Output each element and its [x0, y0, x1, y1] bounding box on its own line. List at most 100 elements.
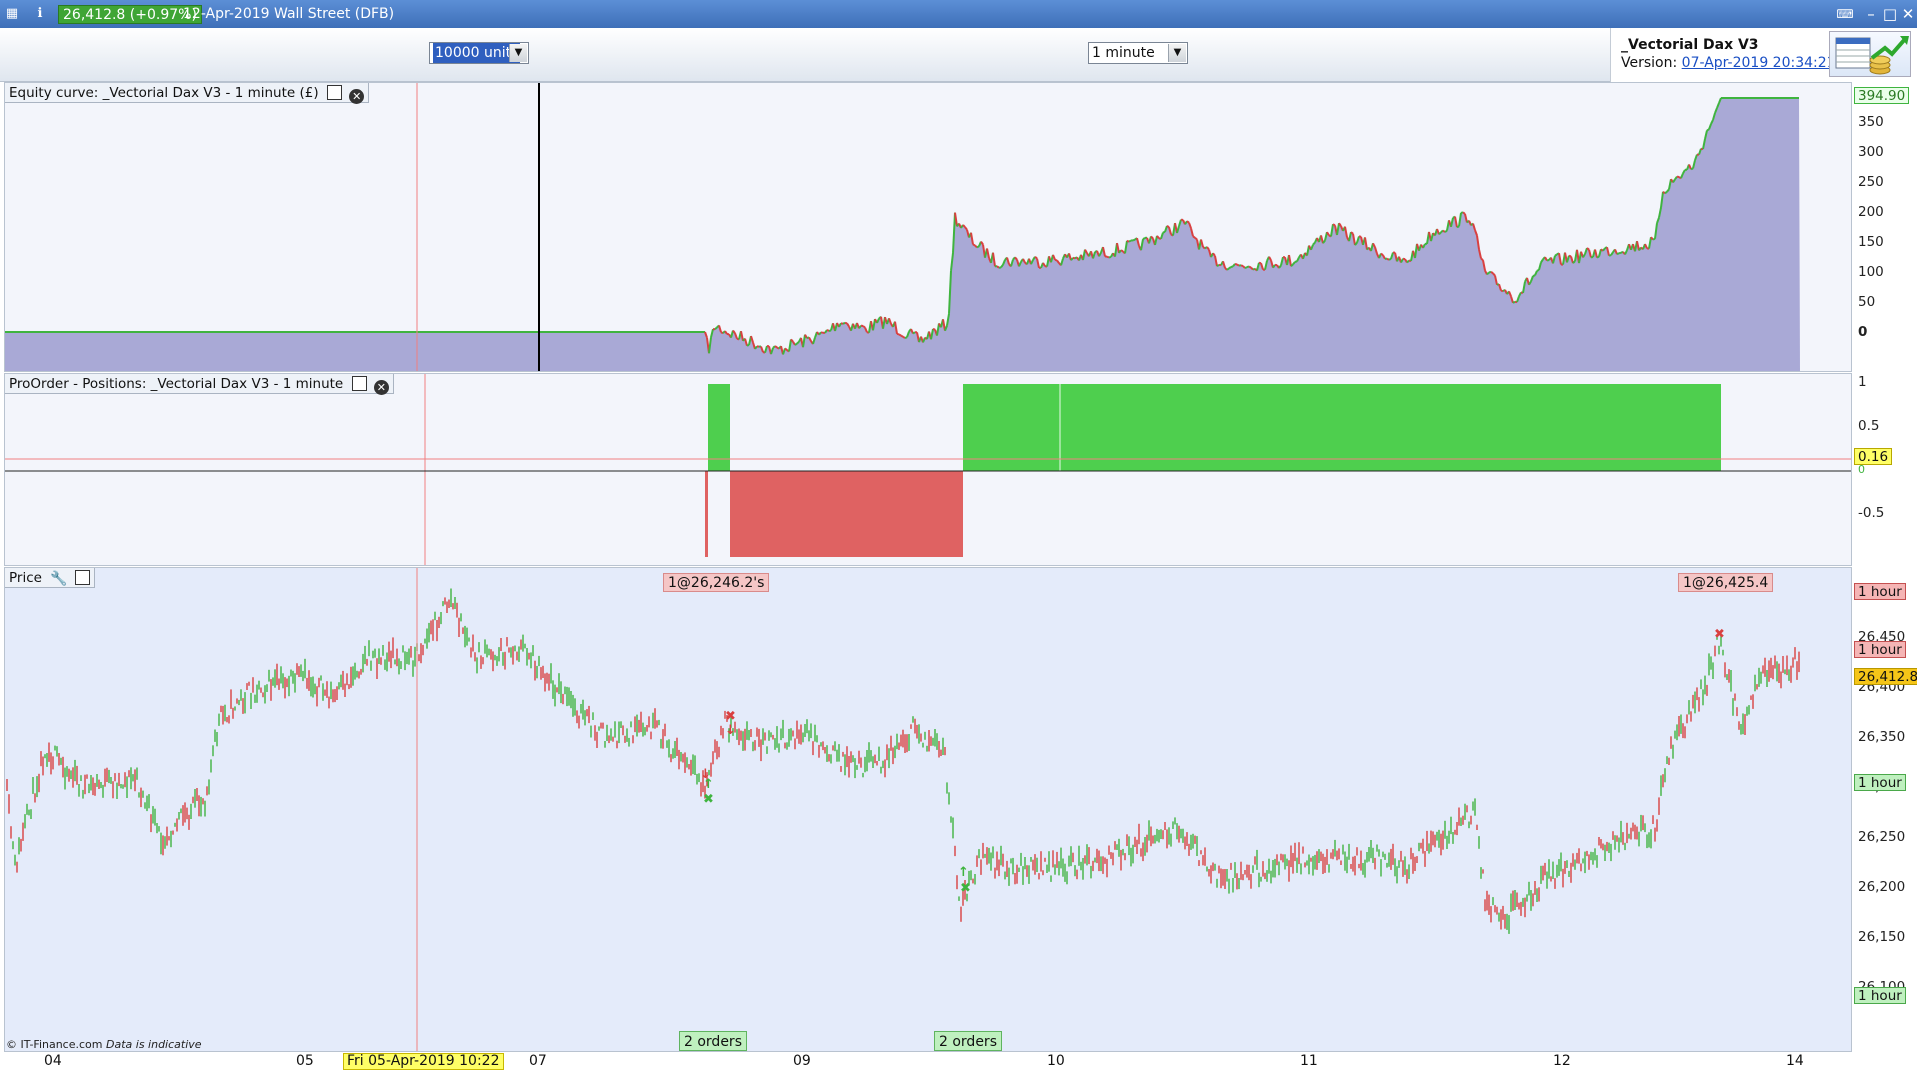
equity-segment [1228, 266, 1232, 270]
equity-segment [1652, 237, 1656, 241]
price-tick: 26,150 [1858, 929, 1906, 945]
timeframe-select[interactable]: 1 minute ▼ [1088, 42, 1188, 64]
trade-marker-icon: ✖ [703, 792, 714, 807]
price-panel[interactable]: Price 🔧 ↓ ↑ ✖ ✖ ↓ ↑ ✖ ✖ 1@26,246.2's 1@26,425.4… [4, 567, 1852, 1052]
close-icon[interactable]: ✕ [1899, 5, 1917, 23]
equity-segment [1332, 223, 1336, 227]
maximize-panel-icon[interactable] [351, 376, 367, 391]
equity-segment [1406, 259, 1410, 264]
equity-chart [5, 83, 1800, 371]
disclaimer-text: Data is indicative [106, 1038, 202, 1051]
equity-segment [1250, 266, 1254, 271]
equity-segment [1230, 265, 1234, 268]
positions-panel[interactable]: ProOrder - Positions: _Vectorial Dax V3 … [4, 373, 1852, 566]
close-panel-icon[interactable]: ✕ [349, 89, 365, 104]
equity-segment [1194, 237, 1198, 241]
trade-marker-icon: ✖ [960, 881, 971, 896]
close-panel-icon[interactable]: ✕ [373, 380, 389, 395]
x-tick: 10 [1047, 1053, 1065, 1069]
equity-segment [1192, 235, 1196, 239]
equity-segment [1596, 255, 1600, 259]
restore-icon[interactable]: □ [1881, 5, 1899, 23]
equity-segment [898, 333, 902, 337]
orders-tag[interactable]: 2 orders [679, 1031, 747, 1051]
equity-segment [976, 245, 980, 249]
price-tick: 26,200 [1858, 879, 1906, 895]
equity-segment [1444, 229, 1448, 233]
positions-tick: -0.5 [1858, 505, 1885, 521]
trade-marker-icon: ✖ [725, 709, 736, 724]
equity-segment [826, 329, 830, 332]
equity-segment [714, 326, 718, 330]
strategy-name: _Vectorial Dax V3 [1621, 37, 1759, 53]
chart-icon[interactable]: ▦ [4, 6, 20, 22]
hour-badge: 1 hour [1854, 641, 1906, 658]
x-tick: 09 [793, 1053, 811, 1069]
equity-segment [1690, 167, 1694, 171]
equity-segment [1258, 261, 1262, 265]
keyboard-icon[interactable]: ⌨ [1836, 5, 1854, 23]
minimize-icon[interactable]: – [1862, 5, 1880, 23]
equity-segment [1246, 265, 1250, 269]
equity-tick: 350 [1858, 114, 1884, 130]
price-tick: 26,250 [1858, 829, 1906, 845]
equity-segment [840, 322, 844, 325]
equity-panel[interactable]: Equity curve: _Vectorial Dax V3 - 1 minu… [4, 82, 1852, 372]
positions-title-text: ProOrder - Positions: _Vectorial Dax V3 … [9, 376, 344, 392]
positions-tick: 0.5 [1858, 418, 1880, 434]
title-bar: ▦ ℹ 26,412.8 (+0.97%) 12-Apr-2019 Wall S… [0, 0, 1917, 28]
version-date-link[interactable]: 07-Apr-2019 20:34:21 [1682, 55, 1836, 71]
equity-segment [1664, 190, 1668, 195]
maximize-panel-icon[interactable] [326, 85, 342, 100]
wrench-icon[interactable]: 🔧 [50, 569, 67, 589]
equity-tick: 0 [1858, 324, 1868, 340]
equity-segment [1616, 252, 1620, 256]
info-icon[interactable]: ℹ [32, 6, 48, 22]
equity-segment [904, 336, 908, 340]
equity-segment [1380, 252, 1384, 256]
price-tick: 26,350 [1858, 729, 1906, 745]
equity-tick: 100 [1858, 264, 1884, 280]
equity-segment [1294, 260, 1298, 263]
equity-segment [900, 334, 904, 338]
equity-segment [1166, 225, 1170, 229]
maximize-panel-icon[interactable] [74, 570, 90, 585]
chevron-down-icon[interactable]: ▼ [1168, 44, 1186, 62]
chevron-down-icon[interactable]: ▼ [509, 44, 527, 62]
trade-tag[interactable]: 1@26,246.2's [663, 573, 770, 592]
equity-segment [746, 343, 750, 347]
equity-segment [844, 321, 848, 325]
equity-segment [828, 329, 832, 332]
trade-marker-icon: ↑ [703, 777, 714, 792]
equity-tick: 250 [1858, 174, 1884, 190]
equity-segment [1054, 258, 1058, 262]
equity-segment [1486, 271, 1490, 276]
copyright-notice: © IT-Finance.com Data is indicative [6, 1038, 202, 1051]
x-tick: 12 [1553, 1053, 1571, 1069]
equity-segment [972, 243, 976, 247]
hour-badge: 1 hour [1854, 774, 1906, 791]
equity-segment [1438, 231, 1442, 236]
equity-segment [1226, 267, 1230, 271]
current-price-badge: 26,412.8 [1854, 668, 1917, 685]
equity-segment [1290, 263, 1294, 267]
equity-segment [1216, 263, 1220, 268]
positions-tick: 1 [1858, 374, 1867, 390]
equity-tick: 150 [1858, 234, 1884, 250]
x-tick: 05 [296, 1053, 314, 1069]
positions-cursor-badge: 0.16 [1854, 448, 1893, 465]
equity-panel-title: Equity curve: _Vectorial Dax V3 - 1 minu… [5, 83, 370, 104]
equity-segment [1234, 262, 1238, 266]
orders-tag[interactable]: 2 orders [934, 1031, 1002, 1051]
trade-tag[interactable]: 1@26,425.4 [1678, 573, 1774, 592]
equity-segment [1480, 257, 1484, 261]
equity-segment [1128, 239, 1132, 243]
equity-segment [1706, 128, 1710, 132]
equity-segment [1108, 255, 1112, 259]
price-title-text: Price [9, 570, 42, 586]
units-select[interactable]: 10000 units ▼ [429, 42, 529, 64]
equity-segment [796, 340, 800, 345]
equity-segment [1554, 253, 1558, 257]
equity-segment [996, 265, 1000, 269]
equity-segment [1186, 220, 1190, 224]
